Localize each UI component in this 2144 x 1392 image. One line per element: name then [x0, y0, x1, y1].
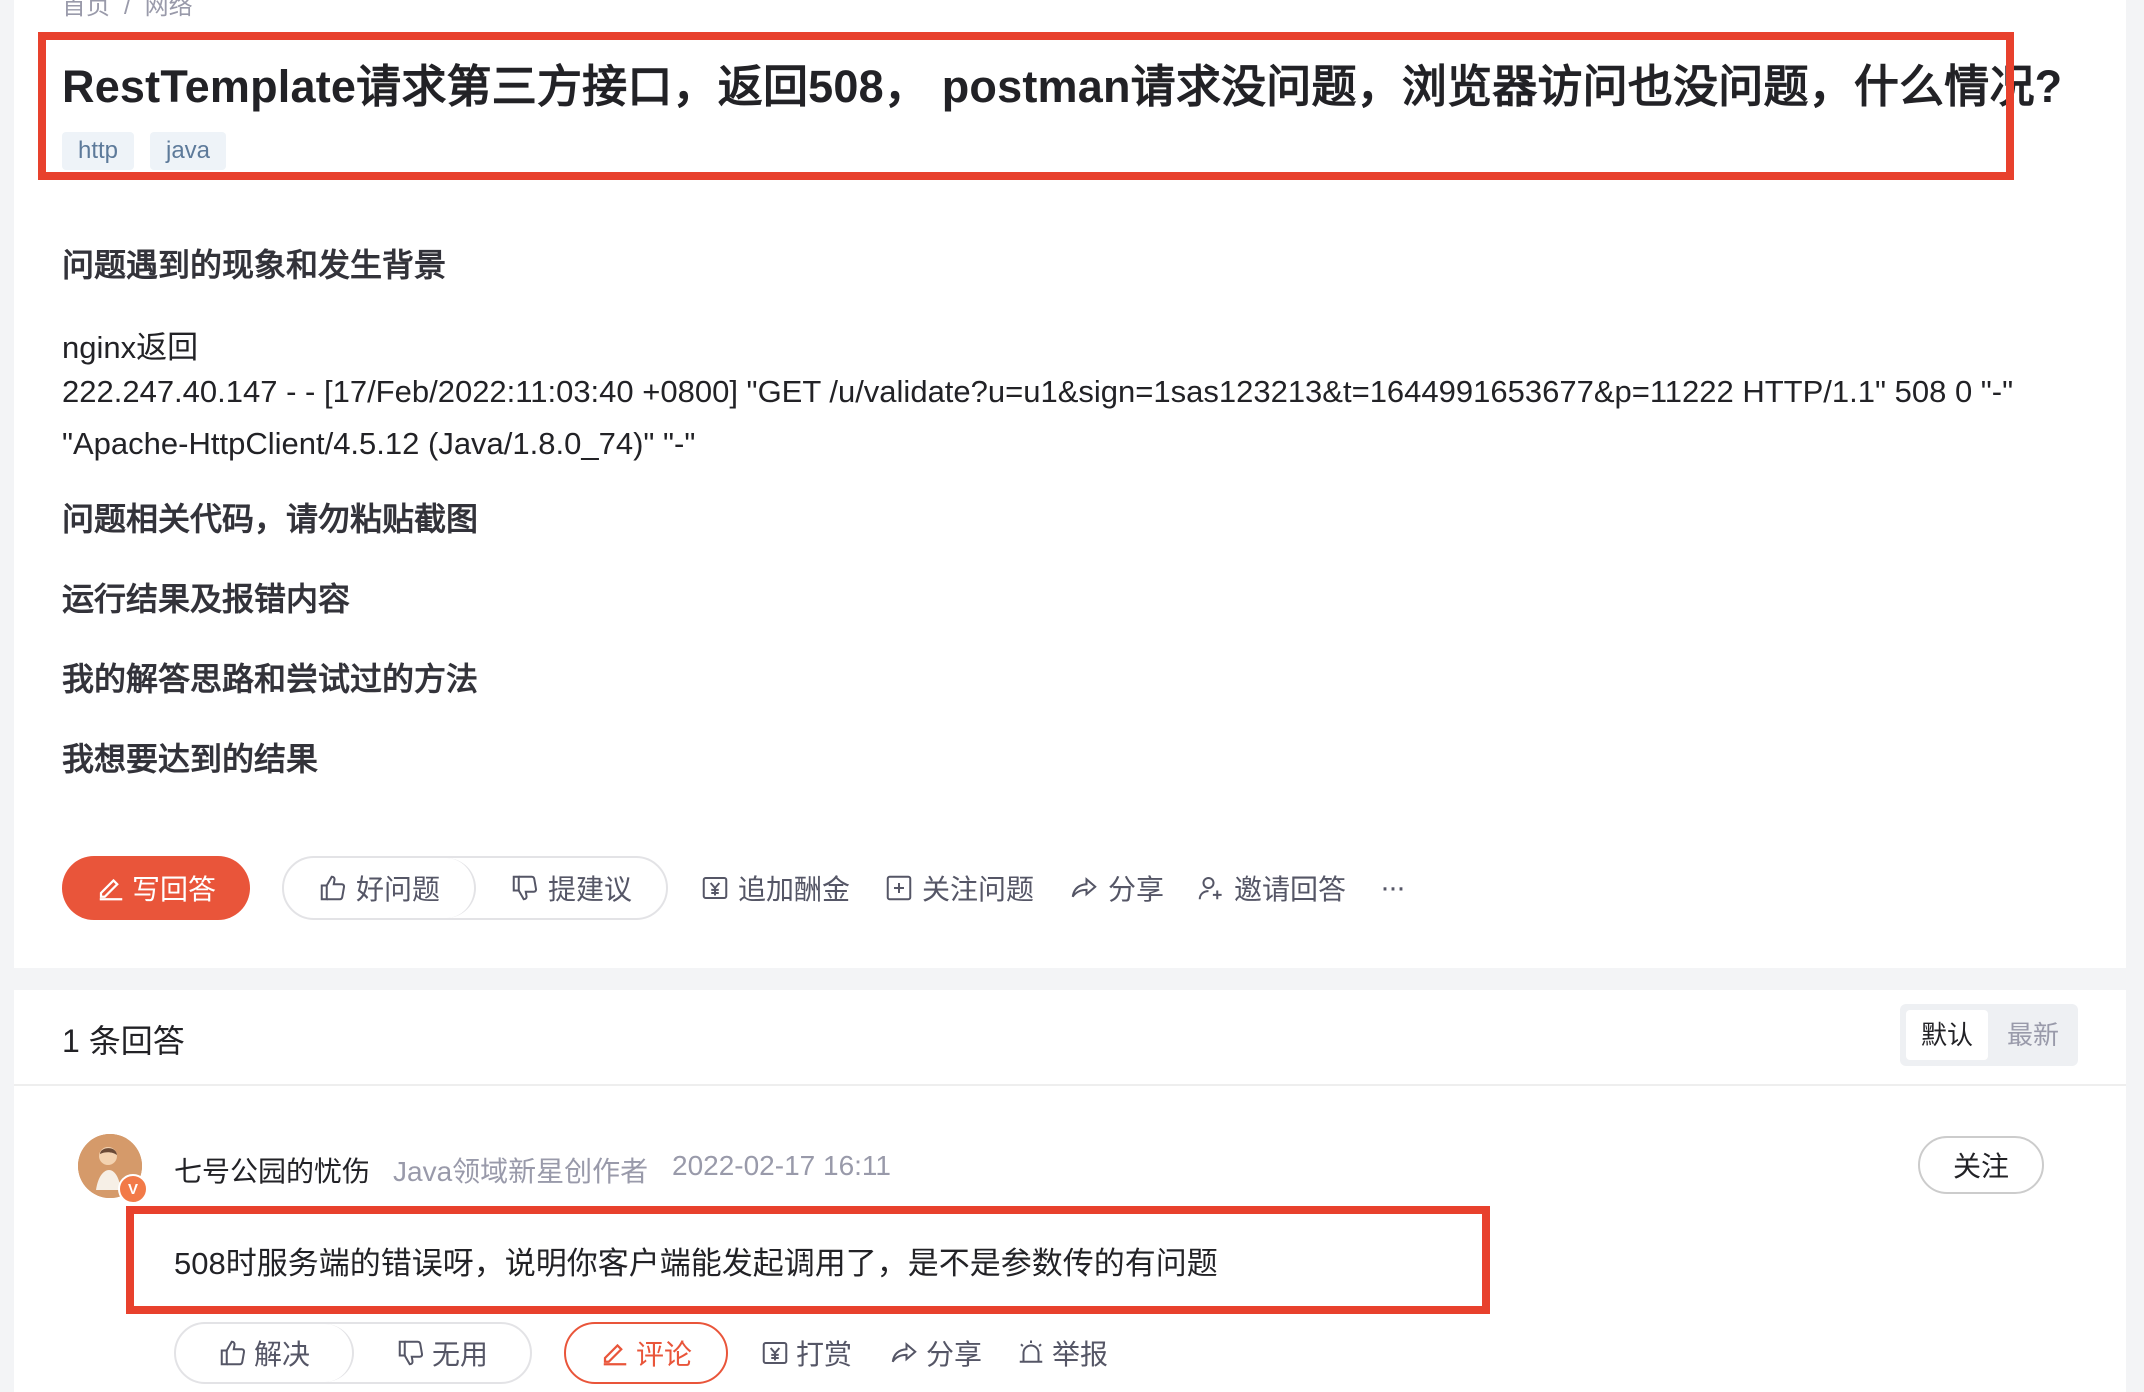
log-line-2: "Apache-HttpClient/4.5.12 (Java/1.8.0_74…	[62, 426, 696, 461]
verified-badge: V	[118, 1174, 148, 1204]
tag-java[interactable]: java	[150, 132, 227, 170]
log-line-1: 222.247.40.147 - - [17/Feb/2022:11:03:40…	[62, 374, 2014, 409]
invite-answer-button[interactable]: 邀请回答	[1196, 866, 1346, 910]
thumbs-up-icon	[318, 873, 348, 903]
section-result: 运行结果及报错内容	[62, 581, 351, 617]
useless-label: 无用	[431, 1339, 488, 1370]
resolve-label: 解决	[253, 1339, 310, 1370]
answer-username[interactable]: 七号公园的忧伤	[174, 1150, 370, 1190]
invite-answer-label: 邀请回答	[1234, 874, 1347, 905]
good-question-button[interactable]: 好问题	[284, 858, 476, 918]
resolve-button[interactable]: 解决	[176, 1324, 354, 1382]
alarm-icon	[1016, 1338, 1046, 1368]
add-bounty-label: 追加酬金	[738, 874, 851, 905]
breadcrumb: 首页 / 网络	[62, 0, 193, 21]
report-button[interactable]: 举报	[1016, 1330, 1108, 1376]
pen-icon	[96, 873, 126, 903]
section-attempts: 我的解答思路和尝试过的方法	[62, 661, 479, 697]
write-answer-label: 写回答	[131, 874, 216, 905]
report-label: 举报	[1052, 1339, 1109, 1370]
section-code: 问题相关代码，请勿粘贴截图	[62, 501, 479, 537]
avatar[interactable]: V	[78, 1134, 148, 1204]
add-bounty-button[interactable]: 追加酬金	[700, 866, 850, 910]
answer-vote-group: 解决 无用	[174, 1322, 532, 1384]
plus-square-icon	[884, 873, 914, 903]
more-options-button[interactable]: ···	[1380, 866, 1406, 910]
suggest-label: 提建议	[547, 874, 632, 905]
pen-icon	[600, 1338, 630, 1368]
write-answer-button[interactable]: 写回答	[62, 856, 250, 920]
useless-button[interactable]: 无用	[354, 1324, 530, 1382]
section-goal: 我想要达到的结果	[62, 741, 319, 777]
answer-user-title: Java领域新星创作者	[393, 1156, 649, 1187]
question-vote-group: 好问题 提建议	[282, 856, 668, 920]
yuan-icon	[700, 873, 730, 903]
follow-question-button[interactable]: 关注问题	[884, 866, 1034, 910]
breadcrumb-home[interactable]: 首页	[62, 0, 110, 20]
follow-user-button[interactable]: 关注	[1918, 1136, 2044, 1194]
breadcrumb-current[interactable]: 网络	[145, 0, 193, 20]
sort-default-button[interactable]: 默认	[1906, 1010, 1988, 1060]
answer-time: 2022-02-17 16:11	[672, 1150, 891, 1181]
tag-http[interactable]: http	[62, 132, 135, 170]
sort-toggle: 默认 最新	[1900, 1004, 2078, 1066]
answer-share-label: 分享	[926, 1339, 983, 1370]
share-icon	[888, 1338, 920, 1368]
answer-count: 1 条回答	[62, 1023, 185, 1059]
reward-button[interactable]: 打赏	[760, 1330, 852, 1376]
share-label: 分享	[1108, 874, 1165, 905]
thumbs-up-icon	[218, 1338, 248, 1368]
add-user-icon	[1196, 873, 1226, 903]
question-card	[14, 0, 2126, 968]
suggest-button[interactable]: 提建议	[476, 858, 666, 918]
breadcrumb-separator: /	[124, 0, 131, 20]
answer-share-button[interactable]: 分享	[888, 1330, 982, 1376]
yuan-icon	[760, 1338, 790, 1368]
follow-question-label: 关注问题	[922, 874, 1035, 905]
sort-latest-button[interactable]: 最新	[1994, 1010, 2072, 1060]
comment-button[interactable]: 评论	[564, 1322, 728, 1384]
nginx-label: nginx返回	[62, 330, 199, 365]
section-phenomenon: 问题遇到的现象和发生背景	[62, 247, 447, 283]
question-title: RestTemplate请求第三方接口，返回508， postman请求没问题，…	[62, 61, 2063, 112]
good-question-label: 好问题	[355, 874, 440, 905]
share-icon	[1068, 873, 1100, 903]
thumbs-down-icon	[396, 1338, 426, 1368]
answer-content: 508时服务端的错误呀，说明你客户端能发起调用了，是不是参数传的有问题	[174, 1246, 1218, 1281]
answers-divider	[14, 1084, 2126, 1086]
share-button[interactable]: 分享	[1068, 866, 1164, 910]
comment-label: 评论	[635, 1339, 692, 1370]
thumbs-down-icon	[510, 873, 540, 903]
reward-label: 打赏	[796, 1339, 853, 1370]
